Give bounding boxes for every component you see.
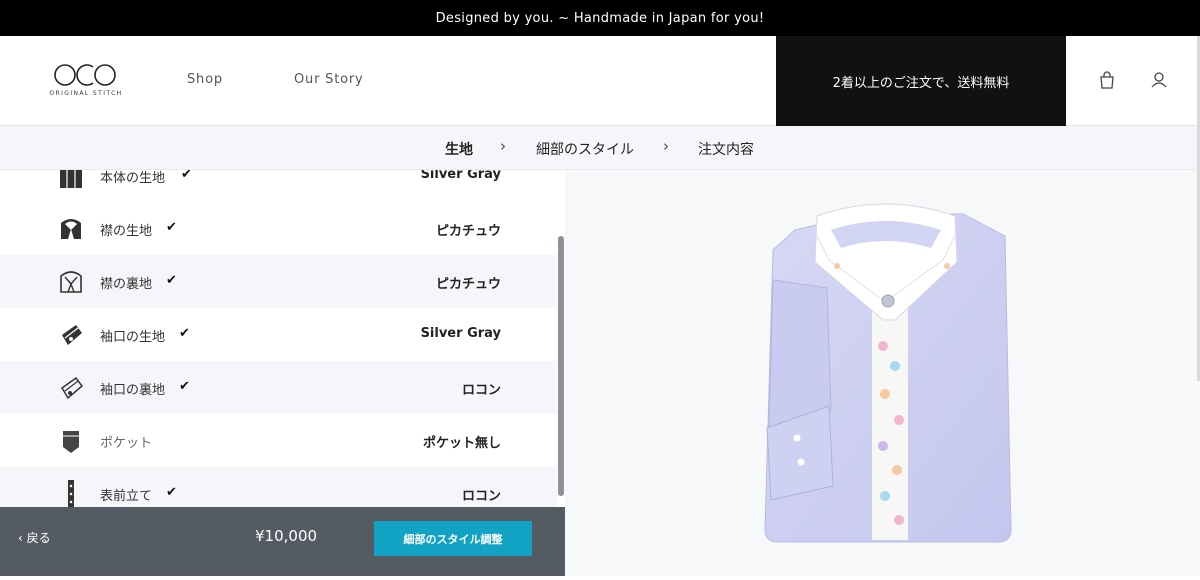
nav-our-story[interactable]: Our Story [294,72,364,87]
option-value: ポケット無し [422,436,501,451]
collar-fabric-icon [61,219,81,239]
option-value: Silver Gray [420,170,501,182]
check-icon: ✔ [166,485,177,500]
collar-lining-icon [60,271,82,293]
step-fabric[interactable]: 生地 [445,139,473,159]
logo[interactable]: ORIGINAL STITCH [48,62,124,102]
cuff-fabric-icon [62,325,82,345]
logo-mark-icon [54,64,116,86]
detail-style-button[interactable]: 細部のスタイル調整 [374,521,532,556]
option-value: ピカチュウ [435,224,501,239]
bag-icon[interactable] [1097,70,1117,90]
site-header: ORIGINAL STITCH Shop Our Story 2着以上のご注文で… [0,36,1200,126]
option-row-cuff-fabric[interactable]: 袖口の生地 ✔ Silver Gray [0,308,557,361]
step-detail-style[interactable]: 細部のスタイル [536,139,634,159]
option-value: Silver Gray [420,326,501,341]
check-icon: ✔ [166,220,177,235]
promo-text: 2着以上のご注文で、送料無料 [832,75,1010,91]
price: ¥10,000 [255,527,318,545]
shirt-image [764,203,1012,543]
step-order-summary[interactable]: 注文内容 [698,139,754,159]
option-row-cuff-lining[interactable]: 袖口の裏地 ✔ ロコン [0,361,557,414]
cuff-lining-icon [61,376,84,400]
option-label: 本体の生地 [100,171,166,186]
check-icon: ✔ [181,170,192,182]
chevron-right-icon: › [500,137,506,155]
announcement-bar: Designed by you. ~ Handmade in Japan for… [0,0,1200,36]
logo-text: ORIGINAL STITCH [49,90,123,97]
option-label: 襟の裏地 [100,277,153,292]
check-icon: ✔ [179,379,190,394]
option-row-collar-lining[interactable]: 襟の裏地 ✔ ピカチュウ [0,255,557,308]
step-navigation: 生地 › 細部のスタイル › 注文内容 [0,126,1200,170]
option-label: 袖口の裏地 [100,383,166,398]
option-label: 襟の生地 [100,224,153,239]
shirt-preview [565,170,1200,576]
check-icon: ✔ [179,326,190,341]
option-label: ポケット [100,436,153,451]
nav-shop[interactable]: Shop [187,72,223,87]
scrollbar-thumb[interactable] [558,236,564,496]
body-fabric-icon [60,170,82,188]
option-row-pocket[interactable]: ポケット ポケット無し [0,414,557,467]
option-row-body-fabric[interactable]: 本体の生地 ✔ Silver Gray [0,170,557,202]
footer-bar: ‹ 戻る ¥10,000 細部のスタイル調整 [0,507,565,576]
detail-style-button-label: 細部のスタイル調整 [403,532,503,546]
announcement-text: Designed by you. ~ Handmade in Japan for… [435,10,765,26]
option-row-collar-fabric[interactable]: 襟の生地 ✔ ピカチュウ [0,202,557,255]
options-panel: 本体の生地 ✔ Silver Gray 襟の生地 ✔ ピカチュウ 襟の裏地 ✔ … [0,170,565,507]
chevron-right-icon: › [663,137,669,155]
back-link[interactable]: ‹ 戻る [18,529,51,546]
option-label: 袖口の生地 [100,330,166,345]
check-icon: ✔ [166,273,177,288]
user-icon[interactable] [1149,70,1169,90]
placket-icon [68,480,74,507]
free-shipping-banner[interactable]: 2着以上のご注文で、送料無料 [776,36,1066,126]
option-row-placket[interactable]: 表前立て ✔ ロコン [0,467,557,507]
option-value: ピカチュウ [435,277,501,292]
option-value: ロコン [461,383,501,398]
pocket-icon [63,431,79,453]
option-label: 表前立て [100,489,153,504]
option-value: ロコン [461,489,501,504]
